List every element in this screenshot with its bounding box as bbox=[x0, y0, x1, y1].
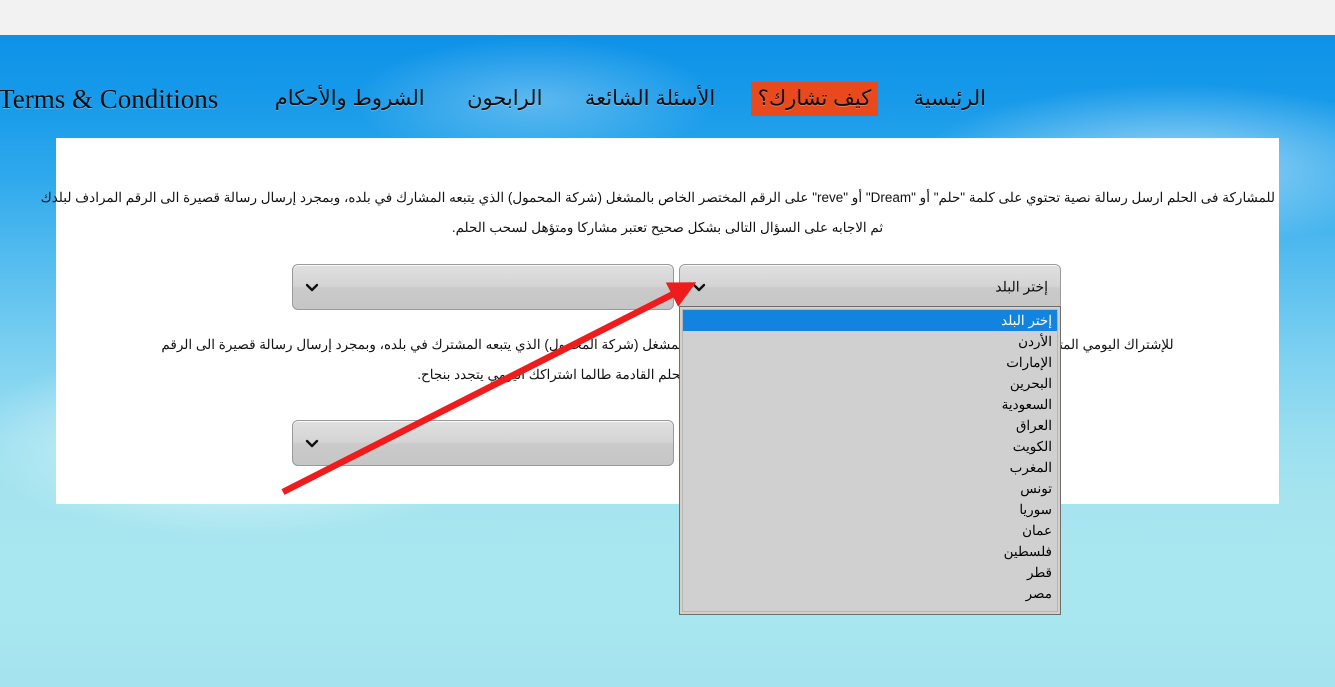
chevron-down-icon bbox=[692, 280, 706, 294]
dropdown-option[interactable]: السعودية bbox=[683, 394, 1057, 415]
dropdown-option[interactable]: الكويت bbox=[683, 436, 1057, 457]
dropdown-option[interactable]: عمان bbox=[683, 520, 1057, 541]
nav-item-terms-en[interactable]: Terms & Conditions bbox=[0, 82, 225, 116]
nav-item-home[interactable]: الرئيسية bbox=[907, 82, 993, 116]
dropdown-option[interactable]: البحرين bbox=[683, 373, 1057, 394]
dropdown-option[interactable]: العراق bbox=[683, 415, 1057, 436]
dropdown-option[interactable]: سوريا bbox=[683, 499, 1057, 520]
question-select[interactable] bbox=[292, 420, 674, 466]
main-navigation: الرئيسية كيف تشارك؟ الأسئلة الشائعة الرا… bbox=[0, 82, 1335, 126]
country-dropdown-list[interactable]: إختر البلد الأردن الإمارات البحرين السعودية ا… bbox=[679, 306, 1061, 615]
dropdown-option[interactable]: المغرب bbox=[683, 457, 1057, 478]
subscription-paragraph: للإشتراك اليومي المتجدد تلقائيا فى الحلم… bbox=[60, 330, 1275, 390]
nav-item-faq[interactable]: الأسئلة الشائعة bbox=[578, 82, 722, 116]
nav-item-how-to-participate[interactable]: كيف تشارك؟ bbox=[750, 82, 879, 116]
intro-paragraph-line-1: للمشاركة فى الحلم ارسل رسالة نصية تحتوي … bbox=[40, 190, 1275, 205]
dropdown-option[interactable]: تونس bbox=[683, 478, 1057, 499]
dropdown-option[interactable]: إختر البلد bbox=[683, 310, 1057, 331]
chevron-down-icon bbox=[305, 436, 319, 450]
subscription-paragraph-line-2: المرادف لبلدك تصبح مؤهل لكل سحوبات الحلم… bbox=[417, 367, 918, 382]
nav-item-terms-ar[interactable]: الشروط والأحكام bbox=[268, 82, 432, 116]
nav-item-winners[interactable]: الرابحون bbox=[460, 82, 549, 116]
dropdown-option[interactable]: الإمارات bbox=[683, 352, 1057, 373]
intro-paragraph: للمشاركة فى الحلم ارسل رسالة نصية تحتوي … bbox=[40, 183, 1275, 243]
browser-top-strip bbox=[0, 0, 1335, 35]
country-select[interactable]: إختر البلد bbox=[679, 264, 1061, 310]
intro-paragraph-line-2: ثم الاجابه على السؤال التالى بشكل صحيح ت… bbox=[451, 220, 884, 235]
dropdown-option[interactable]: مصر bbox=[683, 583, 1057, 604]
page-root: الرئيسية كيف تشارك؟ الأسئلة الشائعة الرا… bbox=[0, 0, 1335, 687]
subscription-paragraph-line-1: للإشتراك اليومي المتجدد تلقائيا فى الحلم… bbox=[161, 337, 1174, 352]
country-select-value: إختر البلد bbox=[995, 278, 1048, 295]
operator-select[interactable] bbox=[292, 264, 674, 310]
dropdown-option[interactable]: الأردن bbox=[683, 331, 1057, 352]
country-dropdown-options[interactable]: إختر البلد الأردن الإمارات البحرين السعودية ا… bbox=[682, 309, 1058, 612]
chevron-down-icon bbox=[305, 280, 319, 294]
dropdown-option[interactable]: فلسطين bbox=[683, 541, 1057, 562]
dropdown-option[interactable]: قطر bbox=[683, 562, 1057, 583]
